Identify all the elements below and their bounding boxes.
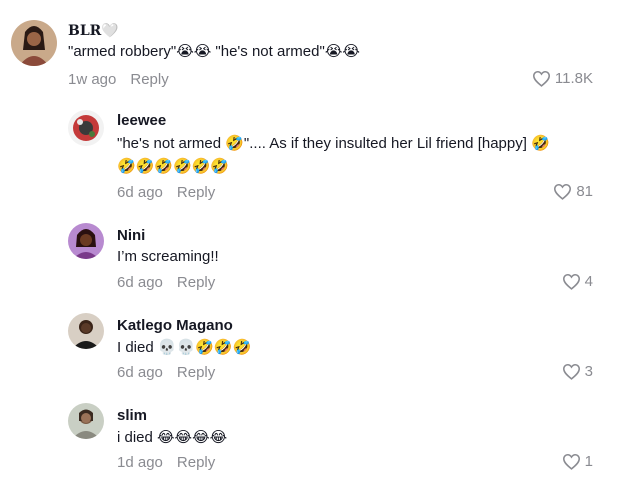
comment-username[interactable]: Nini (117, 227, 145, 245)
comment-username[interactable]: leewee (117, 112, 166, 130)
comment-meta: 1w ago Reply (68, 71, 169, 89)
comment-text: i died 😂😂😂😂 (117, 429, 228, 446)
reply-item: Nini I’m screaming!! 6d ago Reply 4 (0, 215, 617, 305)
reply-button[interactable]: Reply (177, 364, 215, 381)
comment-text: I’m screaming!! (117, 248, 219, 265)
heart-icon (562, 274, 580, 290)
reply-button[interactable]: Reply (177, 454, 215, 471)
comment-meta: 1d ago Reply (117, 454, 215, 472)
comment-text: "armed robbery"😭😭 "he's not armed"😭😭 (68, 43, 360, 60)
heart-icon (562, 454, 580, 470)
like-button[interactable]: 1 (562, 453, 593, 470)
comment-text: I died 💀💀🤣🤣🤣 (117, 339, 252, 356)
avatar[interactable] (68, 313, 104, 349)
reply-button[interactable]: Reply (177, 184, 215, 201)
reply-button[interactable]: Reply (130, 71, 168, 88)
reply-item: leewee "he's not armed 🤣".... As if they… (0, 100, 617, 210)
reply-button[interactable]: Reply (177, 274, 215, 291)
like-count: 4 (584, 273, 593, 290)
like-button[interactable]: 4 (562, 273, 593, 290)
heart-icon (554, 184, 572, 200)
comment-username[interactable]: Katlego Magano (117, 317, 233, 335)
reply-item: Katlego Magano I died 💀💀🤣🤣🤣 6d ago Reply … (0, 305, 617, 395)
comment-time: 6d ago (117, 274, 163, 291)
avatar[interactable] (68, 403, 104, 439)
comment-time: 1d ago (117, 454, 163, 471)
comment-meta: 6d ago Reply (117, 184, 215, 202)
avatar[interactable] (68, 223, 104, 259)
like-count: 3 (584, 363, 593, 380)
comment-username[interactable]: BLR🤍 (68, 22, 119, 40)
comment-time: 6d ago (117, 184, 163, 201)
like-count: 1 (584, 453, 593, 470)
comment-text: "he's not armed 🤣".... As if they insult… (117, 135, 550, 152)
avatar[interactable] (11, 20, 57, 66)
comment-text-line2: 🤣🤣🤣🤣🤣🤣 (117, 158, 230, 175)
comment-username[interactable]: slim (117, 407, 147, 425)
comment-meta: 6d ago Reply (117, 364, 215, 382)
like-count: 11.8K (554, 70, 593, 87)
comment-item: BLR🤍 "armed robbery"😭😭 "he's not armed"😭… (0, 0, 617, 100)
heart-icon (532, 71, 550, 87)
avatar[interactable] (68, 110, 104, 146)
reply-item: slim i died 😂😂😂😂 1d ago Reply 1 (0, 395, 617, 485)
heart-icon (562, 364, 580, 380)
like-button[interactable]: 3 (562, 363, 593, 380)
like-button[interactable]: 11.8K (532, 70, 593, 87)
like-count: 81 (576, 183, 593, 200)
like-button[interactable]: 81 (553, 183, 593, 200)
comment-time: 1w ago (68, 71, 117, 88)
comment-meta: 6d ago Reply (117, 274, 215, 292)
comment-time: 6d ago (117, 364, 163, 381)
